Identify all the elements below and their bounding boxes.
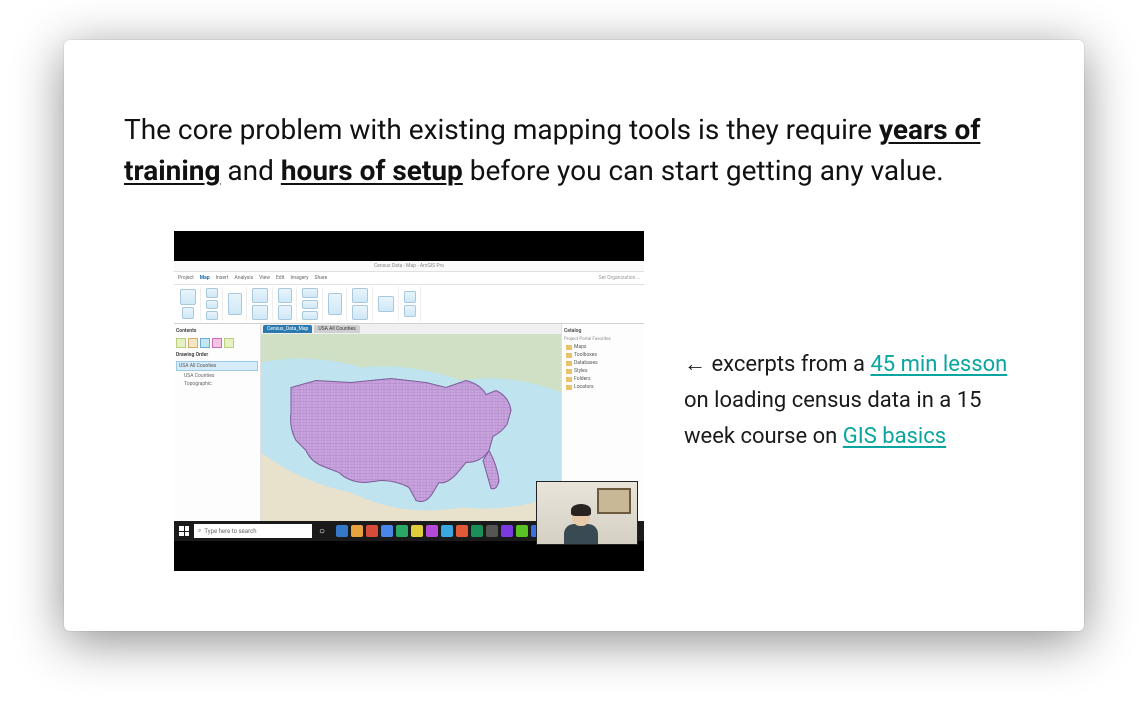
headline: The core problem with existing mapping t… — [124, 110, 1024, 191]
content-row: Census Data - Map - ArcGIS Pro Project M… — [124, 231, 1024, 571]
menu-insert: Insert — [216, 275, 229, 281]
map-viewport: Census_Data_Map USA All Counties — [261, 324, 561, 521]
contents-panel: Contents Drawing Order USA All Counties … — [174, 324, 261, 521]
picture-frame-icon — [597, 488, 631, 514]
windows-start-icon — [176, 523, 192, 539]
menu-edit: Edit — [276, 275, 284, 281]
taskbar-search: ⌕ Type here to search — [194, 524, 312, 538]
catalog-item-4: Folders — [564, 375, 642, 383]
menu-imagery: Imagery — [290, 275, 308, 281]
menu-view: View — [259, 275, 270, 281]
headline-part3: before you can start getting any value. — [463, 154, 944, 187]
headline-bold-hours: hours of setup — [281, 154, 463, 187]
catalog-item-5: Locators — [564, 383, 642, 391]
slide-card: The core problem with existing mapping t… — [64, 40, 1084, 631]
map-tab-1: USA All Counties — [314, 325, 359, 333]
taskbar-apps — [336, 525, 543, 537]
caption-arrow: ← — [684, 352, 706, 377]
app-ribbon — [174, 285, 644, 324]
taskbar-search-placeholder: Type here to search — [204, 528, 256, 535]
headline-part2: and — [220, 154, 280, 187]
link-lesson[interactable]: 45 min lesson — [870, 352, 1007, 377]
catalog-title: Catalog — [564, 326, 642, 336]
catalog-item-2: Databases — [564, 359, 642, 367]
layer-item-0: USA Counties — [176, 372, 258, 380]
catalog-tabs: Project Portal Favorites — [564, 336, 642, 343]
usa-map-icon — [261, 334, 561, 521]
search-icon: ⌕ — [198, 527, 201, 535]
catalog-item-1: Toolboxes — [564, 351, 642, 359]
menu-project: Project — [178, 275, 194, 281]
search-hint: Set Organization … — [599, 275, 640, 281]
layer-item-1: Topographic — [176, 380, 258, 388]
caption-part1: excerpts from a — [706, 352, 870, 377]
contents-toolbar — [176, 336, 258, 350]
menu-map: Map — [200, 275, 210, 281]
app-menubar: Project Map Insert Analysis View Edit Im… — [174, 272, 644, 285]
map-tabbar: Census_Data_Map USA All Counties — [261, 324, 561, 334]
presenter-avatar — [561, 502, 601, 544]
layer-active: USA All Counties — [176, 361, 258, 371]
map-tab-0: Census_Data_Map — [263, 325, 312, 333]
link-gis-basics[interactable]: GIS basics — [843, 424, 946, 449]
catalog-item-0: Maps — [564, 343, 642, 351]
video-thumbnail[interactable]: Census Data - Map - ArcGIS Pro Project M… — [174, 231, 644, 571]
catalog-item-3: Styles — [564, 367, 642, 375]
webcam-overlay — [536, 481, 638, 545]
drawing-order-label: Drawing Order — [176, 350, 258, 360]
contents-title: Contents — [176, 326, 258, 336]
menu-share: Share — [314, 275, 327, 281]
cortana-icon: ○ — [314, 523, 330, 539]
app-titlebar: Census Data - Map - ArcGIS Pro — [174, 261, 644, 272]
caption-text: ← excerpts from a 45 min lesson on loadi… — [684, 347, 1014, 456]
headline-part1: The core problem with existing mapping t… — [124, 113, 879, 146]
menu-analysis: Analysis — [234, 275, 253, 281]
